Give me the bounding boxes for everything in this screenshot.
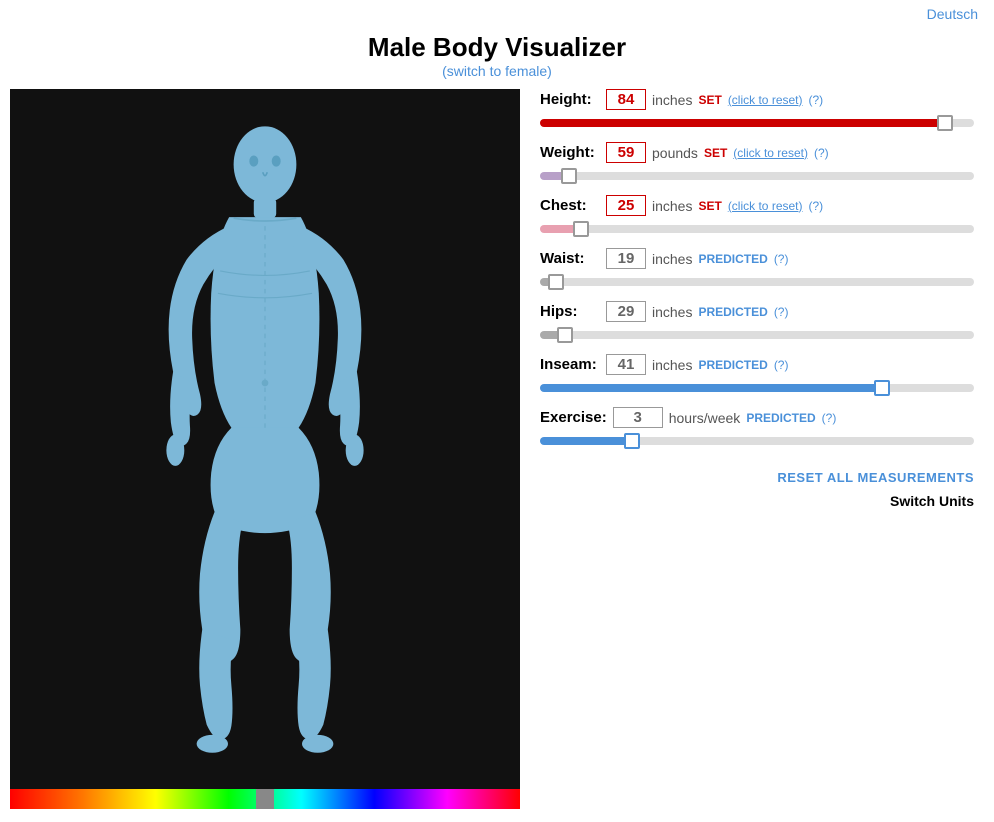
waist-label: Waist:: [540, 250, 600, 267]
bottom-actions: RESET ALL MEASUREMENTS Switch Units: [540, 470, 974, 509]
weight-row: Weight: pounds SET (click to reset) (?): [540, 142, 974, 185]
viewer-panel: [10, 89, 520, 809]
body-viewer[interactable]: [10, 89, 520, 789]
hips-row: Hips: inches PREDICTED (?): [540, 301, 974, 344]
height-help-link[interactable]: (?): [809, 93, 824, 107]
controls-panel: Height: inches SET (click to reset) (?) …: [520, 89, 984, 809]
chest-row: Chest: inches SET (click to reset) (?): [540, 195, 974, 238]
weight-input[interactable]: [606, 142, 646, 163]
top-bar: Deutsch: [0, 0, 994, 24]
hips-help-link[interactable]: (?): [774, 305, 789, 319]
exercise-slider[interactable]: [540, 437, 974, 445]
chest-label: Chest:: [540, 197, 600, 214]
weight-status: SET: [704, 146, 727, 160]
language-link[interactable]: Deutsch: [927, 6, 978, 22]
body-figure: [115, 114, 415, 764]
height-label: Height:: [540, 91, 600, 108]
height-unit: inches: [652, 92, 692, 108]
exercise-help-link[interactable]: (?): [822, 411, 837, 425]
hips-slider[interactable]: [540, 331, 974, 339]
waist-slider-wrapper: [540, 273, 974, 291]
exercise-status: PREDICTED: [746, 411, 815, 425]
weight-label: Weight:: [540, 144, 600, 161]
header: Male Body Visualizer (switch to female): [0, 24, 994, 85]
weight-slider-wrapper: [540, 167, 974, 185]
inseam-status: PREDICTED: [698, 358, 767, 372]
inseam-slider[interactable]: [540, 384, 974, 392]
inseam-help-link[interactable]: (?): [774, 358, 789, 372]
inseam-input[interactable]: [606, 354, 646, 375]
inseam-row: Inseam: inches PREDICTED (?): [540, 354, 974, 397]
hips-label-row: Hips: inches PREDICTED (?): [540, 301, 974, 322]
chest-slider[interactable]: [540, 225, 974, 233]
weight-slider[interactable]: [540, 172, 974, 180]
color-bar-thumb[interactable]: [256, 789, 274, 809]
hips-unit: inches: [652, 304, 692, 320]
chest-label-row: Chest: inches SET (click to reset) (?): [540, 195, 974, 216]
hips-input[interactable]: [606, 301, 646, 322]
waist-row: Waist: inches PREDICTED (?): [540, 248, 974, 291]
inseam-unit: inches: [652, 357, 692, 373]
height-slider[interactable]: [540, 119, 974, 127]
inseam-slider-wrapper: [540, 379, 974, 397]
weight-label-row: Weight: pounds SET (click to reset) (?): [540, 142, 974, 163]
chest-input[interactable]: [606, 195, 646, 216]
height-row: Height: inches SET (click to reset) (?): [540, 89, 974, 132]
height-label-row: Height: inches SET (click to reset) (?): [540, 89, 974, 110]
weight-unit: pounds: [652, 145, 698, 161]
chest-slider-wrapper: [540, 220, 974, 238]
exercise-unit: hours/week: [669, 410, 741, 426]
page-title: Male Body Visualizer: [0, 32, 994, 63]
switch-gender-link[interactable]: (switch to female): [442, 63, 552, 79]
exercise-label-row: Exercise: hours/week PREDICTED (?): [540, 407, 974, 428]
hips-label: Hips:: [540, 303, 600, 320]
hips-slider-wrapper: [540, 326, 974, 344]
exercise-slider-wrapper: [540, 432, 974, 450]
color-gradient-bar[interactable]: [10, 789, 520, 809]
waist-help-link[interactable]: (?): [774, 252, 789, 266]
weight-reset-link[interactable]: (click to reset): [733, 146, 808, 160]
chest-help-link[interactable]: (?): [809, 199, 824, 213]
chest-status: SET: [698, 199, 721, 213]
waist-slider[interactable]: [540, 278, 974, 286]
inseam-label: Inseam:: [540, 356, 600, 373]
switch-units-button[interactable]: Switch Units: [890, 493, 974, 509]
exercise-input[interactable]: [613, 407, 663, 428]
chest-unit: inches: [652, 198, 692, 214]
chest-reset-link[interactable]: (click to reset): [728, 199, 803, 213]
exercise-label: Exercise:: [540, 409, 607, 426]
inseam-label-row: Inseam: inches PREDICTED (?): [540, 354, 974, 375]
waist-status: PREDICTED: [698, 252, 767, 266]
hips-status: PREDICTED: [698, 305, 767, 319]
exercise-row: Exercise: hours/week PREDICTED (?): [540, 407, 974, 450]
weight-help-link[interactable]: (?): [814, 146, 829, 160]
reset-all-button[interactable]: RESET ALL MEASUREMENTS: [777, 470, 974, 485]
height-reset-link[interactable]: (click to reset): [728, 93, 803, 107]
waist-unit: inches: [652, 251, 692, 267]
waist-input[interactable]: [606, 248, 646, 269]
main-content: Height: inches SET (click to reset) (?) …: [0, 85, 994, 813]
height-status: SET: [698, 93, 721, 107]
waist-label-row: Waist: inches PREDICTED (?): [540, 248, 974, 269]
height-slider-wrapper: [540, 114, 974, 132]
height-input[interactable]: [606, 89, 646, 110]
